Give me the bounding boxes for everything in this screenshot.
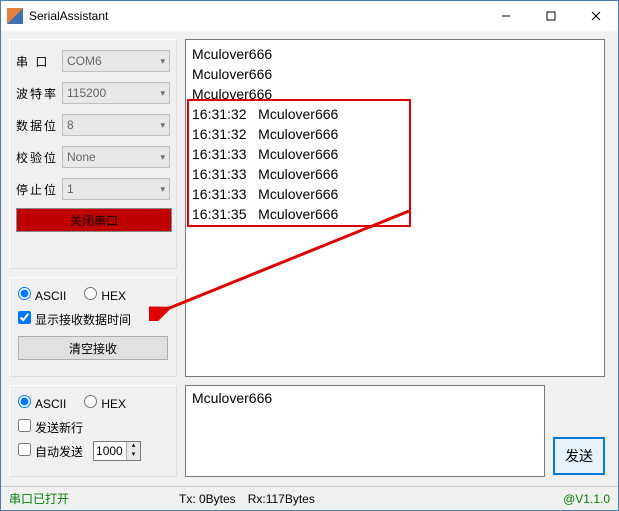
app-icon xyxy=(7,8,23,24)
status-bar: 串口已打开 Tx: 0Bytes Rx:117Bytes @V1.1.0 xyxy=(1,486,618,510)
port-status: 串口已打开 xyxy=(9,490,179,507)
minimize-button[interactable] xyxy=(483,1,528,31)
stopbits-label: 停止位 xyxy=(16,181,62,198)
tx-textarea[interactable]: Mculover666 xyxy=(185,385,545,477)
baud-combo[interactable]: 115200▾ xyxy=(62,82,170,104)
send-button[interactable]: 发送 xyxy=(553,437,605,475)
interval-input[interactable] xyxy=(94,443,126,459)
port-label: 串 口 xyxy=(16,53,62,70)
tx-hex-radio[interactable]: HEX xyxy=(84,395,126,411)
databits-label: 数据位 xyxy=(16,117,62,134)
chevron-down-icon: ▾ xyxy=(160,120,165,131)
chevron-down-icon: ▾ xyxy=(160,184,165,195)
close-button[interactable] xyxy=(573,1,618,31)
serial-config-panel: 串 口 COM6▾ 波特率 115200▾ 数据位 8▾ 校验位 None▾ 停… xyxy=(9,39,177,269)
send-newline-checkbox[interactable]: 发送新行 xyxy=(18,419,83,436)
rx-ascii-radio[interactable]: ASCII xyxy=(18,287,66,303)
rx-options-panel: ASCII HEX 显示接收数据时间 清空接收 xyxy=(9,277,177,377)
clear-rx-button[interactable]: 清空接收 xyxy=(18,336,168,360)
tx-bytes: Tx: 0Bytes xyxy=(179,492,236,506)
show-time-checkbox[interactable]: 显示接收数据时间 xyxy=(18,311,131,328)
version-label: @V1.1.0 xyxy=(563,492,610,506)
baud-label: 波特率 xyxy=(16,85,62,102)
stopbits-combo[interactable]: 1▾ xyxy=(62,178,170,200)
spin-down-icon[interactable]: ▾ xyxy=(126,451,140,460)
chevron-down-icon: ▾ xyxy=(160,56,165,67)
titlebar: SerialAssistant xyxy=(1,1,618,31)
rx-textarea[interactable]: Mculover666 Mculover666 Mculover666 16:3… xyxy=(185,39,605,377)
rx-hex-radio[interactable]: HEX xyxy=(84,287,126,303)
chevron-down-icon: ▾ xyxy=(160,152,165,163)
maximize-button[interactable] xyxy=(528,1,573,31)
parity-label: 校验位 xyxy=(16,149,62,166)
chevron-down-icon: ▾ xyxy=(160,88,165,99)
close-port-button[interactable]: 关闭串口 xyxy=(16,208,172,232)
rx-bytes: Rx:117Bytes xyxy=(248,492,315,506)
auto-send-interval[interactable]: ▴▾ xyxy=(93,441,141,461)
tx-options-panel: ASCII HEX 发送新行 自动发送 ▴▾ xyxy=(9,385,177,477)
databits-combo[interactable]: 8▾ xyxy=(62,114,170,136)
parity-combo[interactable]: None▾ xyxy=(62,146,170,168)
window-title: SerialAssistant xyxy=(29,9,483,23)
spin-up-icon[interactable]: ▴ xyxy=(126,442,140,451)
auto-send-checkbox[interactable]: 自动发送 xyxy=(18,443,83,460)
port-combo[interactable]: COM6▾ xyxy=(62,50,170,72)
tx-ascii-radio[interactable]: ASCII xyxy=(18,395,66,411)
